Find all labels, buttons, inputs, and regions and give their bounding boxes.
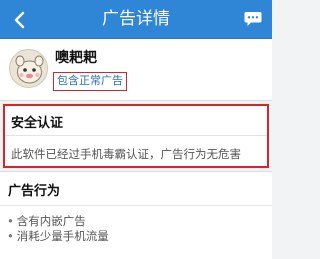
message-bubble-icon (244, 12, 262, 26)
page-title: 广告详情 (102, 9, 170, 29)
list-item: • 消耗少量手机流量 (7, 229, 109, 244)
message-button[interactable] (234, 0, 272, 39)
behavior-item-label: 含有内嵌广告 (16, 214, 86, 228)
list-item: • 含有内嵌广告 (7, 214, 109, 229)
behavior-list: • 含有内嵌广告 • 消耗少量手机流量 (7, 214, 109, 244)
app-name: 噢耙耙 (55, 50, 97, 66)
section-title-security: 安全认证 (11, 116, 64, 131)
divider (0, 205, 272, 206)
ad-behavior-section: 广告行为 • 含有内嵌广告 • 消耗少量手机流量 (0, 171, 272, 259)
divider (5, 135, 267, 136)
security-description: 此软件已经过手机毒霸认证，广告行为无危害 (11, 147, 241, 161)
app-avatar-icon (9, 49, 48, 88)
section-title-behavior: 广告行为 (8, 184, 61, 199)
top-bar: 广告详情 (0, 0, 272, 39)
app-info-card: 噢耙耙 包含正常广告 (0, 39, 272, 101)
bullet-icon: • (7, 229, 14, 243)
security-certification-section: 安全认证 此软件已经过手机毒霸认证，广告行为无危害 (3, 104, 269, 168)
ad-type-badge: 包含正常广告 (53, 72, 127, 91)
behavior-item-label: 消耗少量手机流量 (16, 229, 109, 243)
bullet-icon: • (7, 214, 14, 228)
